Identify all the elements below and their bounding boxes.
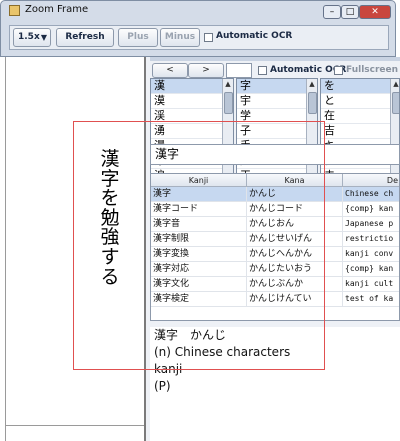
minus-button[interactable]: Minus	[160, 28, 200, 47]
plus-button[interactable]: Plus	[118, 28, 158, 47]
list-item[interactable]: 吉	[321, 124, 399, 139]
table-cell-def: kanji conv	[343, 247, 399, 261]
list-item[interactable]: 漢	[151, 79, 233, 94]
app-titlebar	[150, 57, 400, 61]
zoom-level-select[interactable]: 1.5x ▼	[13, 28, 51, 47]
table-cell-def: Japanese p	[343, 217, 399, 231]
scroll-thumb[interactable]	[308, 92, 317, 114]
zoom-frame-window: Zoom Frame – □ ✕ 1.5x ▼ Refresh Plus Min…	[0, 0, 396, 57]
table-cell-def: kanji cult	[343, 277, 399, 291]
prev-button[interactable]: <	[152, 63, 188, 78]
left-panel-divider	[5, 425, 144, 426]
list-item[interactable]: 字	[237, 79, 317, 94]
list-item[interactable]: を	[321, 79, 399, 94]
zoom-level-value: 1.5x	[18, 32, 40, 42]
scroll-thumb[interactable]	[224, 92, 233, 114]
column-header-definition[interactable]: De	[343, 174, 399, 187]
scroll-up-icon[interactable]: ▲	[391, 79, 399, 90]
scroll-thumb[interactable]	[392, 92, 399, 114]
page-input[interactable]	[226, 63, 252, 78]
maximize-icon[interactable]: □	[341, 5, 359, 19]
refresh-button[interactable]: Refresh	[56, 28, 114, 47]
vertical-char: す	[100, 245, 120, 268]
vertical-char: る	[100, 265, 120, 288]
vertical-char: を	[100, 187, 120, 210]
table-cell-def: Chinese ch	[343, 187, 399, 201]
vertical-char: 漢	[100, 148, 120, 170]
detail-tag: (P)	[154, 379, 171, 393]
auto-ocr-checkbox[interactable]	[204, 33, 213, 42]
zoom-toolbar: 1.5x ▼ Refresh Plus Minus Automatic OCR	[9, 25, 389, 50]
close-icon[interactable]: ✕	[359, 5, 391, 19]
minimize-icon[interactable]: –	[323, 5, 341, 19]
zoom-frame-titlebar[interactable]: Zoom Frame – □ ✕	[5, 1, 391, 21]
table-cell-def: {comp} kan	[343, 202, 399, 216]
list-item[interactable]: 漠	[151, 94, 233, 109]
list-item[interactable]: と	[321, 94, 399, 109]
table-cell-def: test of ka	[343, 292, 399, 306]
auto-ocr-label: Automatic OCR	[216, 31, 293, 41]
dropdown-arrow-icon: ▼	[40, 33, 47, 42]
table-cell-def: restrictio	[343, 232, 399, 246]
next-button[interactable]: >	[188, 63, 224, 78]
table-cell-def: {comp} kan	[343, 262, 399, 276]
fullscreen-checkbox[interactable]	[334, 66, 343, 75]
app-auto-ocr-checkbox[interactable]	[258, 66, 267, 75]
list-item[interactable]: 宇	[237, 94, 317, 109]
scroll-up-icon[interactable]: ▲	[307, 79, 317, 90]
fullscreen-label: Fullscreen	[346, 65, 399, 75]
scroll-up-icon[interactable]: ▲	[223, 79, 233, 90]
window-title: Zoom Frame	[25, 4, 89, 15]
captured-vertical-text: 漢字を勉強する	[98, 150, 122, 287]
list-item[interactable]: 在	[321, 109, 399, 124]
app-icon	[9, 5, 20, 16]
